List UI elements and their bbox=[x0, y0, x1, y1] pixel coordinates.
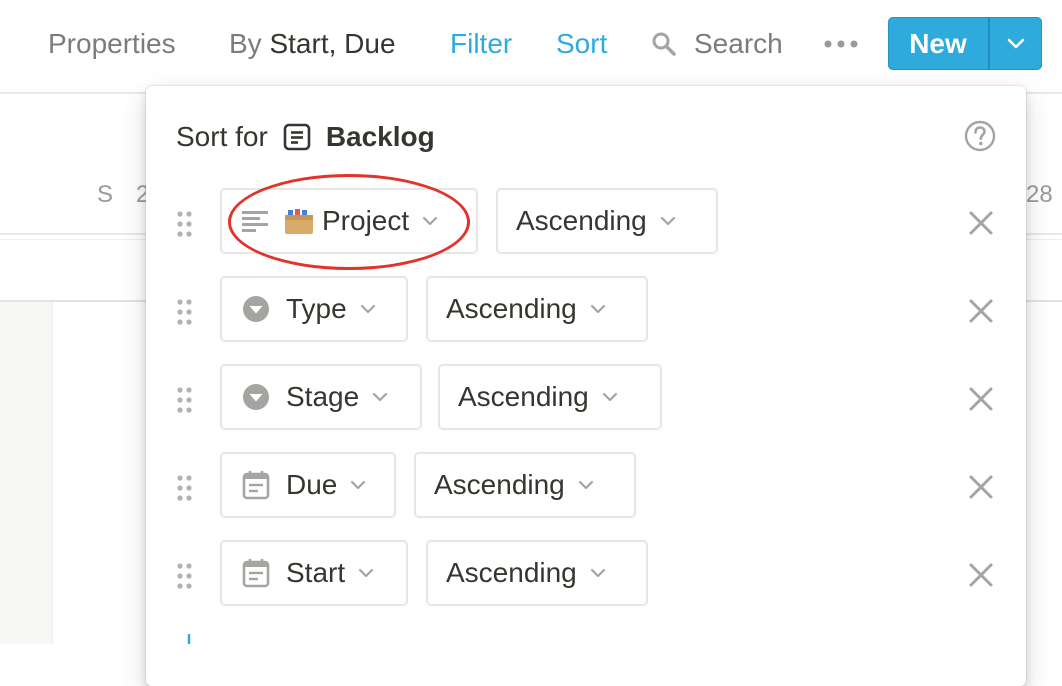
new-options-button[interactable] bbox=[990, 17, 1042, 70]
new-button[interactable]: New bbox=[888, 17, 988, 70]
card-file-box-emoji bbox=[285, 209, 313, 234]
new-button-group: New bbox=[888, 17, 1042, 70]
sort-property-select[interactable]: Due bbox=[220, 452, 396, 518]
sort-direction-label: Ascending bbox=[434, 469, 565, 500]
chevron-down-icon bbox=[590, 568, 605, 578]
chevron-down-icon bbox=[359, 568, 374, 578]
search-icon bbox=[652, 32, 676, 56]
timeline-column-border bbox=[52, 302, 53, 644]
chevron-down-icon bbox=[590, 304, 605, 314]
remove-sort-icon[interactable] bbox=[968, 474, 994, 500]
timeline-left-column bbox=[0, 302, 52, 644]
drag-handle-icon[interactable] bbox=[176, 298, 194, 326]
calendar-weekday-header: S bbox=[97, 181, 114, 208]
drag-handle-icon[interactable] bbox=[176, 562, 194, 590]
remove-sort-icon[interactable] bbox=[968, 386, 994, 412]
chevron-down-icon bbox=[1007, 38, 1025, 48]
sort-property-label: Start bbox=[286, 557, 346, 588]
sort-direction-label: Ascending bbox=[446, 293, 577, 324]
sort-direction-label: Ascending bbox=[516, 205, 647, 236]
sort-title-prefix: Sort for bbox=[176, 121, 268, 152]
calendar-icon bbox=[242, 559, 270, 588]
sort-property-label: Type bbox=[286, 293, 347, 324]
view-toolbar: Properties By Start, Due Filter Sort Sea… bbox=[0, 0, 1062, 92]
properties-button[interactable]: Properties bbox=[48, 26, 176, 62]
calendar-icon bbox=[242, 471, 270, 500]
sort-direction-label: Ascending bbox=[446, 557, 577, 588]
sort-direction-select[interactable]: Ascending bbox=[496, 188, 718, 254]
group-by-prefix: By bbox=[229, 28, 262, 59]
sort-property-label: Stage bbox=[286, 381, 360, 412]
sort-rule-row: Start Ascending bbox=[146, 540, 1026, 610]
chevron-down-icon bbox=[578, 480, 593, 490]
add-sort-plus-icon[interactable] bbox=[182, 634, 196, 644]
sort-property-select[interactable]: Start bbox=[220, 540, 408, 606]
remove-sort-icon[interactable] bbox=[968, 298, 994, 324]
chevron-down-icon bbox=[360, 304, 375, 314]
calendar-day-partial-end: 28 bbox=[1026, 181, 1053, 208]
group-by-button[interactable]: By Start, Due bbox=[229, 26, 396, 62]
select-circle-icon bbox=[243, 384, 269, 410]
sort-rule-row: Due Ascending bbox=[146, 452, 1026, 522]
group-by-value: Start, Due bbox=[269, 28, 396, 59]
sort-rule-row: Type Ascending bbox=[146, 276, 1026, 346]
search-button[interactable]: Search bbox=[694, 26, 783, 62]
text-lines-icon bbox=[242, 211, 268, 232]
chevron-down-icon bbox=[351, 480, 366, 490]
sort-popover-title: Sort for Backlog bbox=[176, 120, 435, 154]
chevron-down-icon bbox=[602, 392, 617, 402]
remove-sort-icon[interactable] bbox=[968, 562, 994, 588]
remove-sort-icon[interactable] bbox=[968, 210, 994, 236]
sort-property-label: Project bbox=[322, 205, 410, 236]
database-page-icon bbox=[283, 123, 311, 151]
sort-database-name: Backlog bbox=[325, 121, 435, 152]
sort-direction-label: Ascending bbox=[458, 381, 589, 412]
filter-button[interactable]: Filter bbox=[450, 26, 512, 62]
sort-direction-select[interactable]: Ascending bbox=[426, 276, 648, 342]
sort-direction-select[interactable]: Ascending bbox=[414, 452, 636, 518]
sort-property-label: Due bbox=[286, 469, 338, 500]
sort-property-select[interactable]: Project bbox=[220, 188, 478, 254]
chevron-down-icon bbox=[423, 216, 438, 226]
sort-rule-row: Stage Ascending bbox=[146, 364, 1026, 434]
sort-direction-select[interactable]: Ascending bbox=[426, 540, 648, 606]
select-circle-icon bbox=[243, 296, 269, 322]
chevron-down-icon bbox=[660, 216, 675, 226]
sort-rule-row: Project Ascending bbox=[146, 188, 1026, 258]
drag-handle-icon[interactable] bbox=[176, 386, 194, 414]
question-circle-icon[interactable] bbox=[964, 120, 996, 152]
drag-handle-icon[interactable] bbox=[176, 210, 194, 238]
sort-direction-select[interactable]: Ascending bbox=[438, 364, 662, 430]
sort-button[interactable]: Sort bbox=[556, 26, 607, 62]
sort-property-select[interactable]: Type bbox=[220, 276, 408, 342]
drag-handle-icon[interactable] bbox=[176, 474, 194, 502]
chevron-down-icon bbox=[373, 392, 388, 402]
sort-popover: Sort for Backlog Project Ascending Type … bbox=[146, 86, 1026, 686]
sort-property-select[interactable]: Stage bbox=[220, 364, 422, 430]
more-horizontal-icon[interactable] bbox=[824, 39, 858, 49]
